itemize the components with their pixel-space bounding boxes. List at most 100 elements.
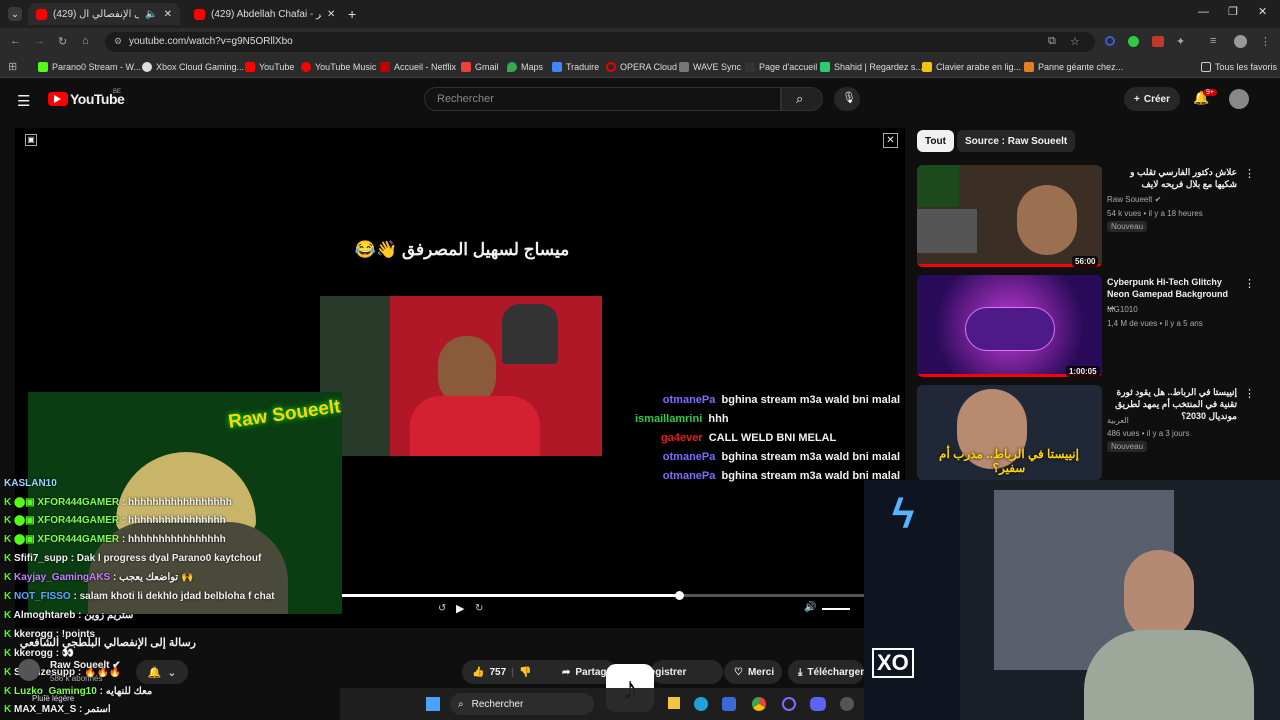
pc-logo: XO [872,648,914,678]
bookmark-label: Tous les favoris [1215,62,1278,72]
search-button[interactable]: ⌕ [781,87,823,111]
bookmark-item[interactable]: WAVE Sync [679,60,741,74]
extension-icon[interactable] [1128,36,1139,47]
tab-active[interactable]: (429) رسالة إلى الإنفصالي ال 🔈 ✕ [28,3,180,25]
reload-icon[interactable]: ↻ [58,35,67,48]
bookmark-item[interactable]: Parano0 Stream - W... [38,60,141,74]
bookmark-item[interactable]: Xbox Cloud Gaming... [142,60,244,74]
miniplayer-icon[interactable]: ▣ [25,134,37,146]
thumbs-down-icon: 👎 [518,666,532,678]
filter-chip-source[interactable]: Source : Raw Soueelt [957,130,1076,152]
menu-kebab-icon[interactable]: ⋮ [1260,35,1271,48]
profile-avatar[interactable] [1234,35,1247,48]
close-tab-icon[interactable]: ✕ [164,9,172,20]
file-explorer-icon[interactable] [668,697,680,709]
install-icon[interactable]: ⧉ [1048,35,1056,48]
related-thumbnail[interactable] [917,275,1102,377]
notification-count-badge: 9+ [1203,89,1217,96]
create-button[interactable]: + Créer [1124,87,1180,111]
edge-icon[interactable] [694,697,708,711]
minimize-icon[interactable]: — [1198,6,1209,18]
search-input[interactable]: Rechercher [424,87,781,111]
new-tab-icon[interactable]: + [348,6,356,22]
related-thumbnail[interactable] [917,165,1102,267]
rewind-icon[interactable]: ↺ [438,603,446,614]
filter-chip-all[interactable]: Tout [917,130,954,152]
related-channel[interactable]: Raw Soueelt ✔ [1107,194,1161,205]
bookmark-item[interactable]: YouTube Music [301,60,376,74]
chat-text: : hhhhhhhhhhhhhhhh [121,534,226,545]
apps-grid-icon[interactable]: ⊞ [8,60,17,73]
maximize-icon[interactable]: ❐ [1228,5,1238,18]
keyboard-icon [922,62,932,72]
close-tab-icon[interactable]: ✕ [327,9,335,20]
related-meta: 486 vues • il y a 3 jours [1107,429,1190,438]
related-thumbnail[interactable]: إنييستا في الرباط.. مدرب أم سفير؟ [917,385,1102,480]
bookmark-item[interactable]: Panne géante chez... [1024,60,1123,74]
seek-handle[interactable] [675,591,684,600]
bookmark-item[interactable]: Accueil - Netflix [380,60,456,74]
windows-start-icon[interactable] [426,697,440,711]
reading-list-icon[interactable]: ≡ [1210,35,1216,47]
taskbar-search[interactable]: ⌕ Rechercher [450,693,594,715]
bookmark-item[interactable]: Gmail [461,60,499,74]
chat-user: Sfifi7_supp [14,553,68,564]
extension-icon[interactable] [1105,36,1115,46]
back-icon[interactable]: ← [10,35,21,47]
app-icon[interactable] [782,697,796,711]
bookmark-star-icon[interactable]: ☆ [1070,35,1080,48]
address-bar[interactable]: ⚙ youtube.com/watch?v=g9N5ORllXbo [105,32,1095,52]
new-badge: Nouveau [1107,221,1148,232]
all-favorites[interactable]: Tous les favoris [1201,60,1277,74]
chat-message: K ⬤▣ XFOR444GAMER : hhhhhhhhhhhhhhhhh [4,497,232,508]
channel-name-row[interactable]: Raw Soueelt ✔ [50,660,121,671]
bookmark-item[interactable]: OPERA Cloud [606,60,677,74]
tab-inactive[interactable]: (429) Abdellah Chafai - العسكر ✕ [186,3,344,25]
settings-icon[interactable] [840,697,854,711]
youtube-favicon [194,8,205,20]
thanks-button[interactable]: ♡ Merci [724,660,782,684]
discord-icon[interactable] [810,697,826,711]
related-title[interactable]: علاش دكتور الفارسي تقلب و شكيها مع بلال … [1107,166,1237,190]
overlay-chat-line: ismaillamrini hhh [635,413,729,425]
bookmark-item[interactable]: YouTube [245,60,294,74]
heart-dollar-icon: ♡ [734,666,743,678]
bookmark-item[interactable]: Clavier arabe en lig... [922,60,1021,74]
verified-icon: ✔ [1154,195,1162,204]
bookmark-item[interactable]: Traduire [552,60,599,74]
extensions-puzzle-icon[interactable]: ✦ [1176,35,1185,48]
close-overlay-icon[interactable]: ✕ [883,133,898,148]
related-channel[interactable]: العربية [1107,415,1129,426]
site-info-icon[interactable]: ⚙ [114,36,122,47]
voice-search-button[interactable]: 🎙 [834,87,860,111]
chat-text: : salam khoti li dekhlo jdad belbloha f … [73,591,275,602]
bookmark-item[interactable]: Maps [507,60,543,74]
forward-icon[interactable]: → [34,35,45,47]
more-options-icon[interactable]: ⋮ [1244,167,1255,180]
volume-slider[interactable] [822,608,850,610]
forward-icon[interactable]: ↻ [475,603,483,614]
account-avatar[interactable] [1229,89,1249,109]
subscribed-button[interactable]: 🔔 ⌄ [136,660,188,684]
more-options-icon[interactable]: ⋮ [1244,387,1255,400]
tab-list-button[interactable]: ⌄ [8,7,22,21]
chrome-icon[interactable] [752,697,766,711]
save-button[interactable]: Enregistrer [651,660,723,684]
home-icon[interactable]: ⌂ [82,35,89,47]
extension-icon[interactable] [1152,36,1164,47]
bookmark-item[interactable]: Page d'accueil [745,60,817,74]
bookmark-label: Accueil - Netflix [394,62,457,72]
play-button-icon[interactable]: ▶ [456,602,464,615]
taskbar-search-label: Rechercher [471,698,524,710]
related-channel[interactable]: MG1010 [1107,304,1138,315]
bookmark-label: WAVE Sync [693,62,742,72]
download-button[interactable]: ⤓ Télécharger [788,660,864,684]
more-options-icon[interactable]: ⋮ [1244,277,1255,290]
bookmark-item[interactable]: Shahid | Regardez s... [820,60,923,74]
close-window-icon[interactable]: ✕ [1258,5,1267,18]
volume-icon[interactable]: 🔊 [804,602,816,613]
wave-icon [679,62,689,72]
channel-avatar[interactable] [18,659,40,681]
store-icon[interactable] [722,697,736,711]
hamburger-menu-icon[interactable]: ☰ [17,92,30,110]
